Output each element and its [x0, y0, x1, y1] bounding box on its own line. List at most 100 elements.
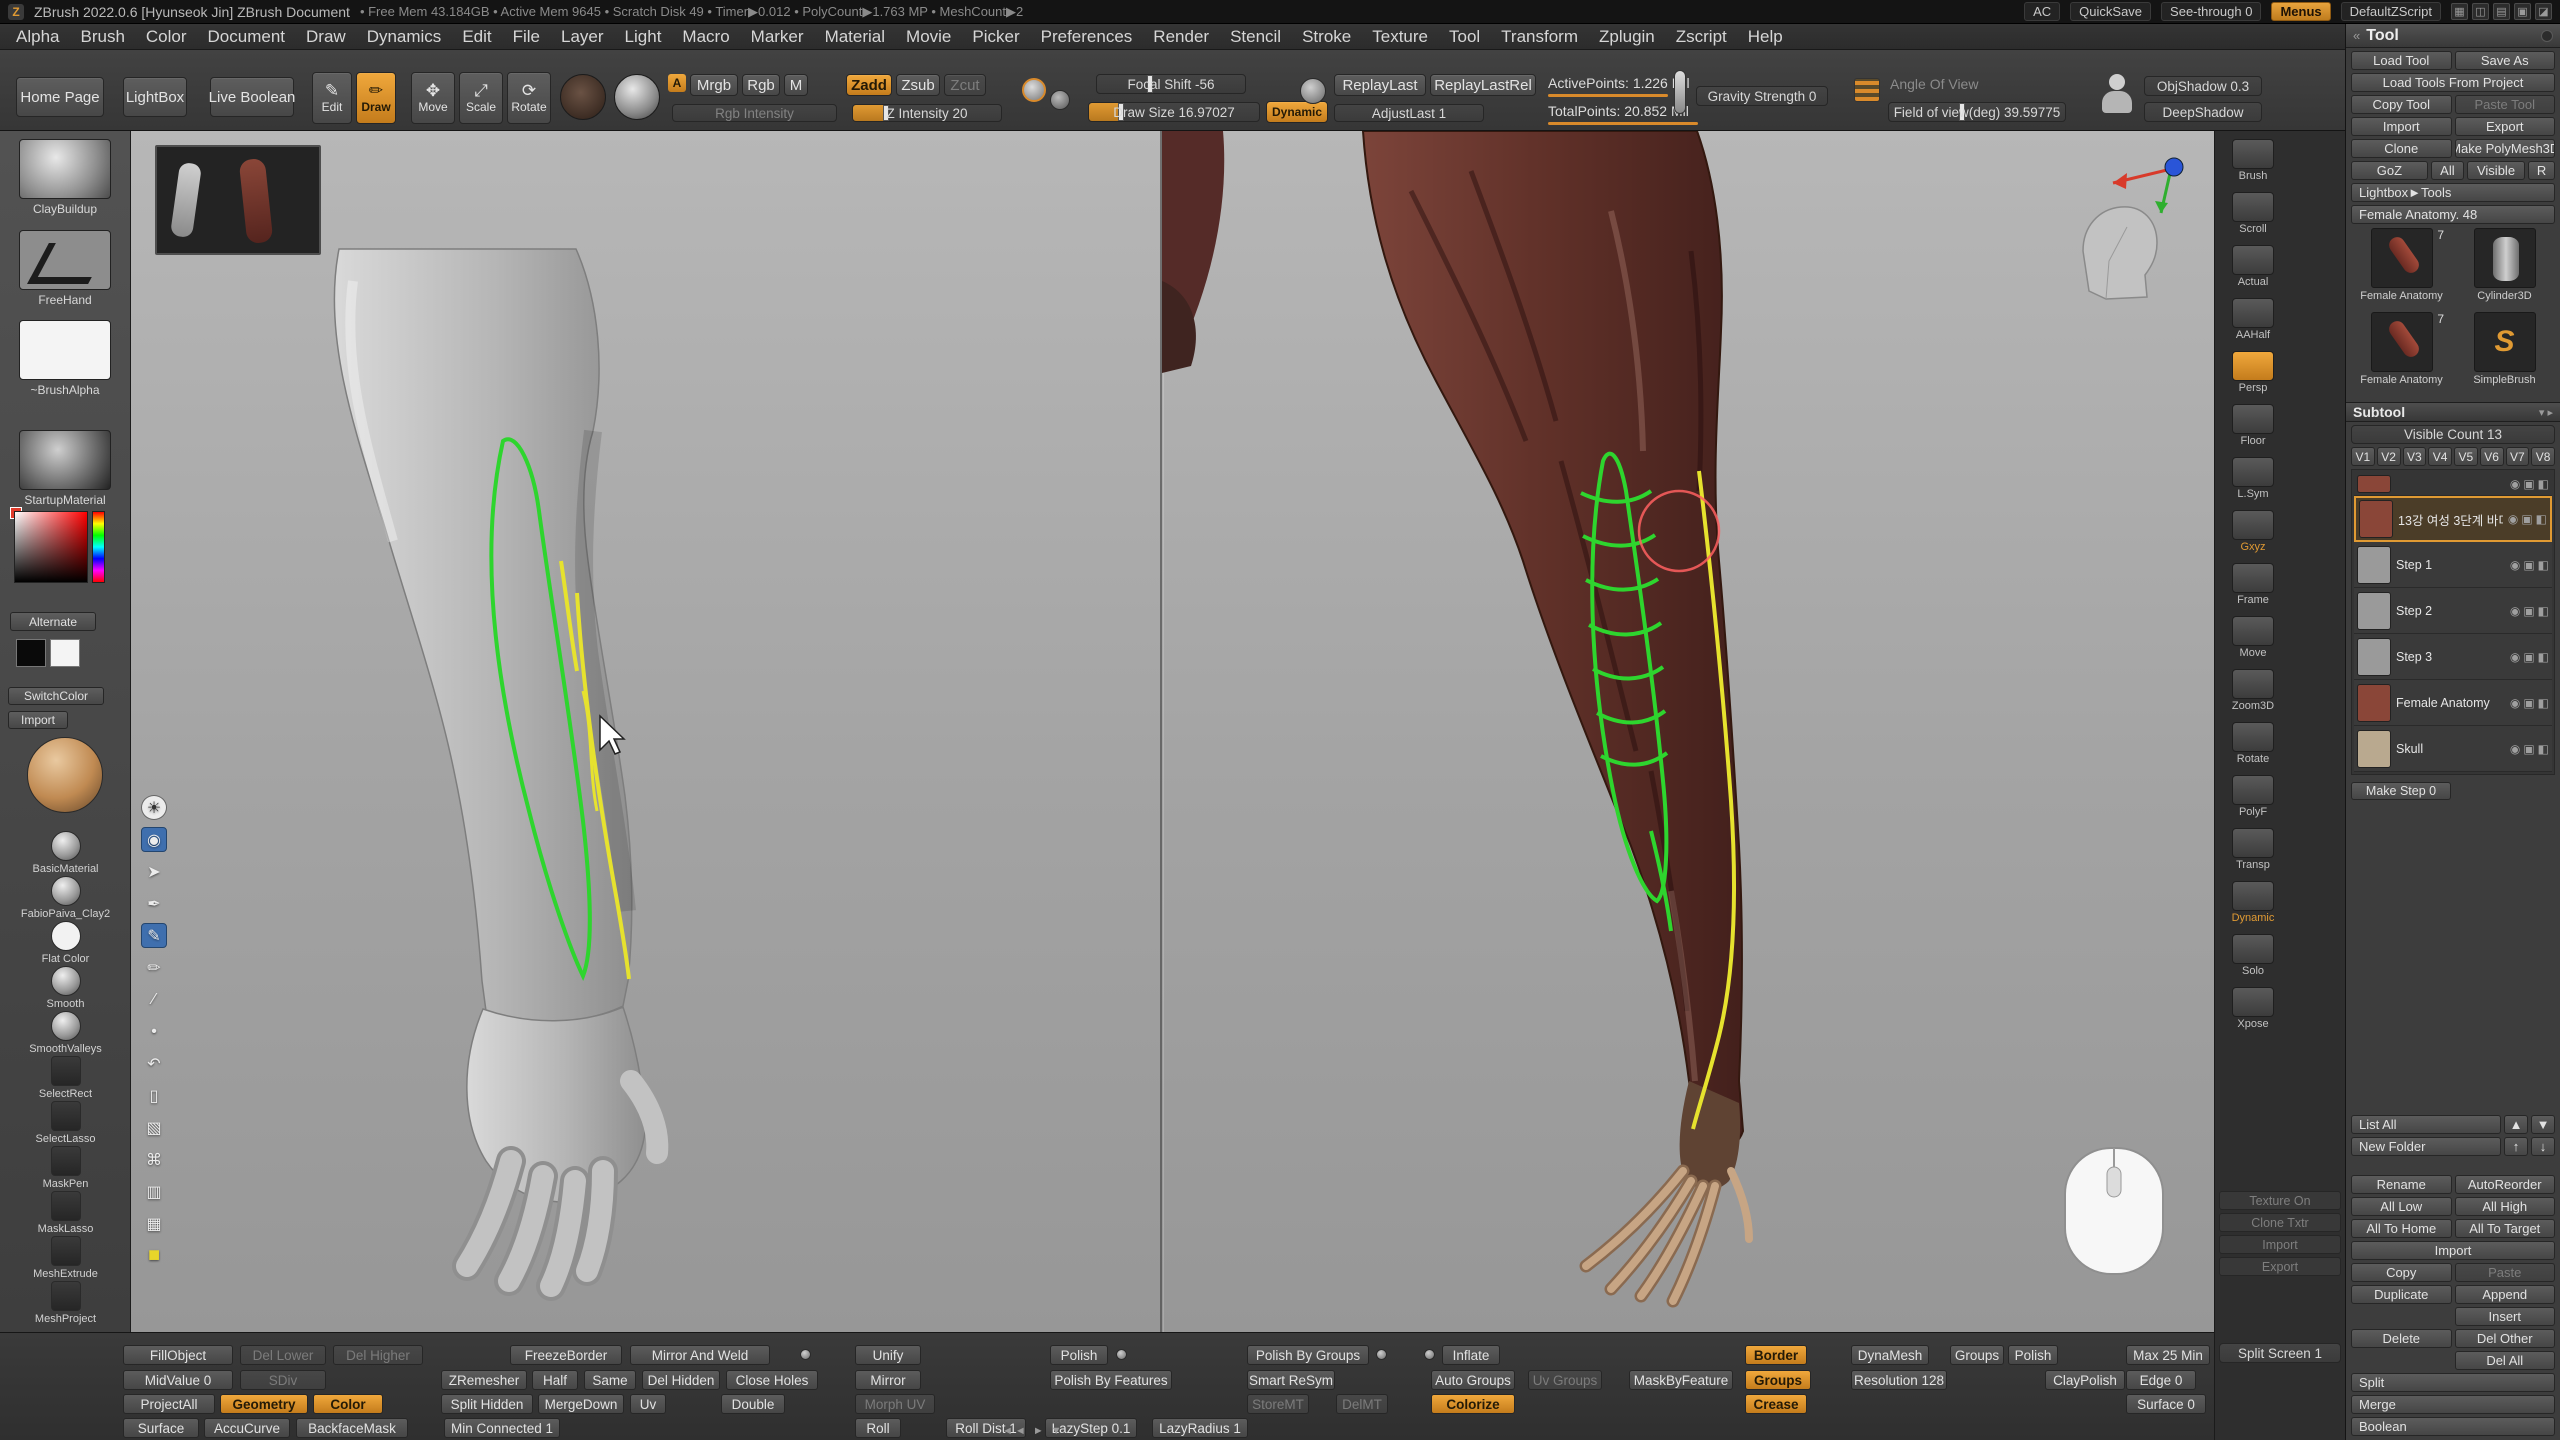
save-as-button[interactable]: Save As — [2455, 51, 2556, 70]
goz-button[interactable]: GoZ — [2351, 161, 2428, 180]
palette-icon[interactable]: ▦ — [141, 1211, 167, 1236]
menu-item[interactable]: Edit — [462, 27, 491, 47]
inflate-button[interactable]: Inflate — [1442, 1345, 1500, 1365]
zcut-button[interactable]: Zcut — [944, 74, 986, 96]
paint-icon[interactable]: ▣ — [2523, 604, 2534, 618]
zsub-button[interactable]: Zsub — [896, 74, 940, 96]
menu-item[interactable]: Help — [1748, 27, 1783, 47]
dynamic-button[interactable]: Dynamic — [1266, 101, 1328, 123]
subtool-paste-button[interactable]: Paste — [2455, 1263, 2556, 1282]
cursor-icon[interactable]: ➤ — [141, 859, 167, 884]
eye-icon[interactable]: ◉ — [2508, 512, 2518, 526]
document-minimap[interactable] — [155, 145, 321, 255]
clipboard-icon[interactable]: ▥ — [141, 1179, 167, 1204]
light-icon[interactable]: ☀ — [141, 795, 167, 820]
menu-item[interactable]: Light — [625, 27, 662, 47]
adjust-last-slider[interactable]: AdjustLast 1 — [1334, 104, 1484, 122]
sculpt-icon[interactable]: ◧ — [2538, 742, 2549, 756]
xpose-icon[interactable]: Xpose — [2221, 987, 2285, 1030]
morph-uv-button[interactable]: Morph UV — [855, 1394, 935, 1414]
uv-groups-button[interactable]: Uv Groups — [1528, 1370, 1602, 1390]
auto-reorder-button[interactable]: AutoReorder — [2455, 1175, 2556, 1194]
duplicate-button[interactable]: Duplicate — [2351, 1285, 2452, 1304]
layout-dock-icon[interactable]: ◪ — [2535, 3, 2552, 20]
home-page-button[interactable]: Home Page — [16, 77, 104, 117]
list-all-button[interactable]: List All — [2351, 1115, 2501, 1134]
move-up-icon[interactable]: ▲ — [2504, 1115, 2528, 1134]
dynamesh-button[interactable]: DynaMesh — [1851, 1345, 1929, 1365]
lightbox-tools-button[interactable]: Lightbox►Tools — [2351, 183, 2555, 202]
mask-by-feature-button[interactable]: MaskByFeature — [1629, 1370, 1733, 1390]
floor-icon[interactable]: Floor — [2221, 404, 2285, 447]
sculpt-icon[interactable]: ◧ — [2538, 604, 2549, 618]
focal-shift-icon[interactable] — [1022, 78, 1046, 102]
mirror-and-weld-button[interactable]: Mirror And Weld — [630, 1345, 770, 1365]
fill-object-button[interactable]: FillObject — [123, 1345, 233, 1365]
del-all-button[interactable]: Del All — [2455, 1351, 2556, 1370]
merge-down-button[interactable]: MergeDown — [538, 1394, 624, 1414]
texture-group-button[interactable]: Texture On — [2219, 1191, 2341, 1210]
eye-icon[interactable]: ◉ — [2510, 477, 2520, 491]
subtool-row[interactable]: Female Anatomy ◉▣◧ — [2354, 680, 2552, 726]
solo-icon[interactable]: Solo — [2221, 934, 2285, 977]
color-button[interactable]: Color — [313, 1394, 383, 1414]
subtool-version-tab[interactable]: V5 — [2454, 447, 2478, 466]
texture-group-button[interactable]: Export — [2219, 1257, 2341, 1276]
backface-mask-button[interactable]: BackfaceMask — [296, 1418, 408, 1438]
boolean-section-button[interactable]: Boolean — [2351, 1417, 2555, 1436]
layout-columns-icon[interactable]: ◫ — [2472, 3, 2489, 20]
uv-button[interactable]: Uv — [630, 1394, 666, 1414]
menu-item[interactable]: Alpha — [16, 27, 59, 47]
swatch-yellow-icon[interactable]: ■ — [141, 1243, 167, 1268]
see-through-slider[interactable]: See-through 0 — [2161, 2, 2261, 21]
menu-item[interactable]: Zscript — [1676, 27, 1727, 47]
edge-slider[interactable]: Edge 0 — [2126, 1370, 2196, 1390]
copy-tool-button[interactable]: Copy Tool — [2351, 95, 2452, 114]
border-button[interactable]: Border — [1745, 1345, 1807, 1365]
menu-item[interactable]: Picker — [972, 27, 1019, 47]
import-button[interactable]: Import — [2351, 117, 2452, 136]
dynamesh-groups-button[interactable]: Groups — [1950, 1345, 2004, 1365]
append-button[interactable]: Append — [2455, 1285, 2556, 1304]
paint-icon[interactable]: ▣ — [2523, 650, 2534, 664]
gxyz-icon[interactable]: Gxyz — [2221, 510, 2285, 553]
clay-polish-button[interactable]: ClayPolish — [2045, 1370, 2125, 1390]
goz-r-button[interactable]: R — [2528, 161, 2555, 180]
all-to-home-button[interactable]: All To Home — [2351, 1219, 2452, 1238]
all-high-button[interactable]: All High — [2455, 1197, 2556, 1216]
project-all-button[interactable]: ProjectAll — [123, 1394, 215, 1414]
new-folder-button[interactable]: New Folder — [2351, 1137, 2501, 1156]
undo-icon[interactable]: ↶ — [141, 1051, 167, 1076]
surface-button[interactable]: Surface — [123, 1418, 199, 1438]
insert-button[interactable]: Insert — [2455, 1307, 2556, 1326]
edit-button[interactable]: ✎Edit — [312, 72, 352, 124]
document-canvas[interactable]: ☀◉➤✒✎✏∕•↶▯▧⌘▥▦■ — [131, 131, 2214, 1332]
subtool-copy-button[interactable]: Copy — [2351, 1263, 2452, 1282]
menu-item[interactable]: Marker — [751, 27, 804, 47]
rename-button[interactable]: Rename — [2351, 1175, 2452, 1194]
weld-toggle-icon[interactable] — [800, 1349, 811, 1360]
zoom3d-icon[interactable]: Zoom3D — [2221, 669, 2285, 712]
alpha-tab[interactable]: A — [668, 74, 686, 92]
move-down-icon[interactable]: ▼ — [2531, 1115, 2555, 1134]
del-hidden-button[interactable]: Del Hidden — [642, 1370, 720, 1390]
move-top-icon[interactable]: ↑ — [2504, 1137, 2528, 1156]
subtool-version-tab[interactable]: V3 — [2403, 447, 2427, 466]
live-boolean-button[interactable]: Live Boolean — [210, 77, 294, 117]
pin-icon[interactable] — [2541, 30, 2553, 42]
menu-item[interactable]: File — [513, 27, 540, 47]
current-brush-icon[interactable] — [560, 74, 606, 120]
move-bottom-icon[interactable]: ↓ — [2531, 1137, 2555, 1156]
sculpt-icon[interactable]: ◧ — [2538, 558, 2549, 572]
texture-group-button[interactable]: Clone Txtr — [2219, 1213, 2341, 1232]
lightbox-button[interactable]: LightBox — [123, 77, 187, 117]
trash-icon[interactable]: ▯ — [141, 1083, 167, 1108]
menu-item[interactable]: Brush — [80, 27, 124, 47]
dot-icon[interactable]: • — [141, 1019, 167, 1044]
layout-grid-icon[interactable]: ▦ — [2451, 3, 2468, 20]
merge-section-button[interactable]: Merge — [2351, 1395, 2555, 1414]
paint-icon[interactable]: ▣ — [2523, 477, 2534, 491]
scale-button[interactable]: ⤢Scale — [459, 72, 503, 124]
inflate-toggle-icon[interactable] — [1424, 1349, 1435, 1360]
load-tools-from-project-button[interactable]: Load Tools From Project — [2351, 73, 2555, 92]
